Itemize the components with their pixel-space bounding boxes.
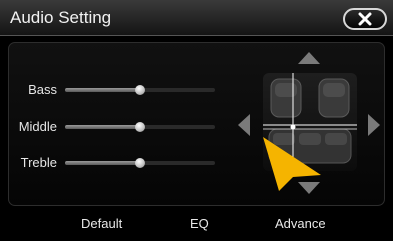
audio-panel: Bass Middle Treble <box>8 42 385 206</box>
treble-slider-thumb[interactable] <box>135 158 145 168</box>
arrow-left-icon[interactable] <box>237 113 251 137</box>
middle-slider[interactable] <box>65 122 215 132</box>
treble-slider-row: Treble <box>9 153 229 173</box>
middle-slider-fill <box>65 125 140 129</box>
balance-fader-area <box>237 49 382 199</box>
bass-slider-thumb[interactable] <box>135 85 145 95</box>
bass-slider-row: Bass <box>9 80 229 100</box>
middle-slider-row: Middle <box>9 117 229 137</box>
arrow-right-icon[interactable] <box>367 113 381 137</box>
bass-label: Bass <box>28 82 57 97</box>
page-title: Audio Setting <box>10 8 112 27</box>
treble-slider[interactable] <box>65 158 215 168</box>
close-x-icon <box>358 12 372 26</box>
bottom-menu: Default EQ Advance <box>0 212 393 241</box>
treble-slider-fill <box>65 161 140 165</box>
title-bar: Audio Setting <box>0 0 393 36</box>
arrow-up-icon[interactable] <box>297 51 321 65</box>
middle-label: Middle <box>18 119 57 134</box>
middle-slider-thumb[interactable] <box>135 122 145 132</box>
close-button[interactable] <box>343 8 387 30</box>
treble-label: Treble <box>20 155 57 170</box>
bass-slider[interactable] <box>65 85 215 95</box>
default-button[interactable]: Default <box>81 216 122 231</box>
pointer-cursor-icon <box>263 137 321 191</box>
advance-button[interactable]: Advance <box>275 216 326 231</box>
bass-slider-fill <box>65 88 140 92</box>
eq-button[interactable]: EQ <box>190 216 209 231</box>
